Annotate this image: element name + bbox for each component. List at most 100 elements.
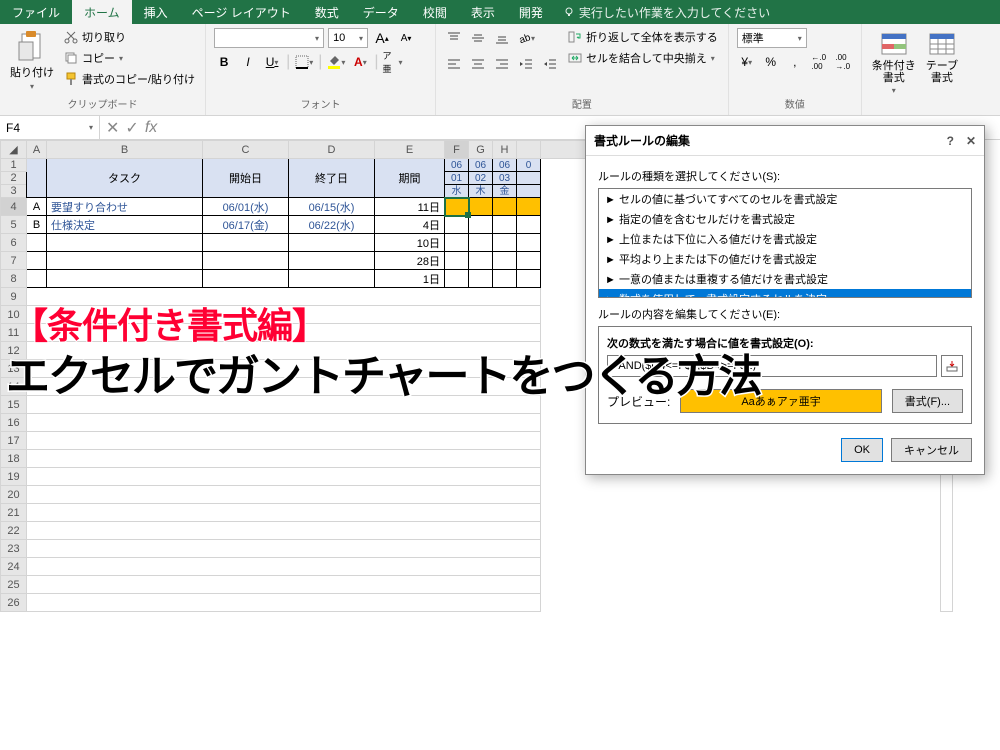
row-header-1[interactable]: 1 <box>1 159 27 172</box>
row-header-9[interactable]: 9 <box>1 288 27 306</box>
cell-I5[interactable] <box>517 216 541 234</box>
conditional-formatting-button[interactable]: 条件付き 書式▾ <box>870 28 918 97</box>
shrink-font-button[interactable]: A▾ <box>396 28 416 48</box>
cell-H3[interactable]: 金 <box>493 185 517 198</box>
tell-me-search[interactable]: 実行したい作業を入力してください <box>563 0 770 24</box>
cell-F5[interactable] <box>445 216 469 234</box>
orientation-button[interactable]: ab▾ <box>516 28 536 48</box>
rule-type-2[interactable]: ► 上位または下位に入る値だけを書式設定 <box>599 229 971 249</box>
tab-developer[interactable]: 開発 <box>507 0 555 24</box>
cell-B5[interactable]: 仕様決定 <box>47 216 203 234</box>
align-bottom-button[interactable] <box>492 28 512 48</box>
dialog-titlebar[interactable]: 書式ルールの編集 ? ✕ <box>586 126 984 156</box>
row-header-15[interactable]: 15 <box>1 396 27 414</box>
row-header-26[interactable]: 26 <box>1 594 27 612</box>
rule-type-0[interactable]: ► セルの値に基づいてすべてのセルを書式設定 <box>599 189 971 209</box>
col-header-E[interactable]: E <box>375 141 445 159</box>
merge-center-button[interactable]: セルを結合して中央揃え▾ <box>566 49 720 67</box>
cell-F2[interactable]: 01 <box>445 172 469 185</box>
col-header-H[interactable]: H <box>493 141 517 159</box>
cell-G2[interactable]: 02 <box>469 172 493 185</box>
cell-E6[interactable]: 10日 <box>375 234 445 252</box>
align-top-button[interactable] <box>444 28 464 48</box>
underline-button[interactable]: U▾ <box>262 52 282 72</box>
row-header-18[interactable]: 18 <box>1 450 27 468</box>
formula-input-field[interactable] <box>607 355 937 377</box>
row-header-19[interactable]: 19 <box>1 468 27 486</box>
format-painter-button[interactable]: 書式のコピー/貼り付け <box>62 70 197 88</box>
cell-B4[interactable]: 要望すり合わせ <box>47 198 203 216</box>
rule-type-list[interactable]: ► セルの値に基づいてすべてのセルを書式設定 ► 指定の値を含むセルだけを書式設… <box>598 188 972 298</box>
cell-I3[interactable] <box>517 185 541 198</box>
format-button[interactable]: 書式(F)... <box>892 389 963 413</box>
cell-I2[interactable] <box>517 172 541 185</box>
align-right-button[interactable] <box>492 54 512 74</box>
row-header-6[interactable]: 6 <box>1 234 27 252</box>
cell-H1[interactable]: 06 <box>493 159 517 172</box>
cell-A5[interactable]: B <box>27 216 47 234</box>
row-header-8[interactable]: 8 <box>1 270 27 288</box>
cell-H2[interactable]: 03 <box>493 172 517 185</box>
cell-A6[interactable] <box>27 234 47 252</box>
row-header-5[interactable]: 5 <box>1 216 27 234</box>
cell-I4[interactable] <box>517 198 541 216</box>
font-name-combo[interactable]: ▾ <box>214 28 324 48</box>
align-middle-button[interactable] <box>468 28 488 48</box>
fill-handle[interactable] <box>465 212 471 218</box>
format-as-table-button[interactable]: テーブ 書式 <box>924 28 960 86</box>
tab-review[interactable]: 校閲 <box>411 0 459 24</box>
row-header-10[interactable]: 10 <box>1 306 27 324</box>
cut-button[interactable]: 切り取り <box>62 28 197 46</box>
dec-decimal-button[interactable]: .00→.0 <box>833 52 853 72</box>
row-header-7[interactable]: 7 <box>1 252 27 270</box>
row-header-24[interactable]: 24 <box>1 558 27 576</box>
cancel-button[interactable]: キャンセル <box>891 438 972 462</box>
cell-D4[interactable]: 06/15(水) <box>289 198 375 216</box>
row-header-22[interactable]: 22 <box>1 522 27 540</box>
select-all-button[interactable]: ◢ <box>1 141 27 159</box>
number-format-combo[interactable]: 標準▾ <box>737 28 807 48</box>
cell-G3[interactable]: 木 <box>469 185 493 198</box>
comma-button[interactable]: , <box>785 52 805 72</box>
enter-formula-icon[interactable]: ✓ <box>125 118 138 138</box>
percent-button[interactable]: % <box>761 52 781 72</box>
col-header-G[interactable]: G <box>469 141 493 159</box>
cancel-formula-icon[interactable]: ✕ <box>106 118 119 138</box>
inc-decimal-button[interactable]: ←.0.00 <box>809 52 829 72</box>
cell-period-header[interactable]: 期間 <box>375 159 445 198</box>
col-header-I[interactable] <box>517 141 541 159</box>
cell-start-header[interactable]: 開始日 <box>203 159 289 198</box>
rule-type-1[interactable]: ► 指定の値を含むセルだけを書式設定 <box>599 209 971 229</box>
collapse-dialog-button[interactable] <box>941 355 963 377</box>
col-header-D[interactable]: D <box>289 141 375 159</box>
copy-button[interactable]: コピー▾ <box>62 49 197 67</box>
row-header-13[interactable]: 13 <box>1 360 27 378</box>
tab-page-layout[interactable]: ページ レイアウト <box>180 0 303 24</box>
rule-type-5[interactable]: ► 数式を使用して、書式設定するセルを決定 <box>599 289 971 298</box>
cell-E7[interactable]: 28日 <box>375 252 445 270</box>
cell-G4[interactable] <box>469 198 493 216</box>
tab-file[interactable]: ファイル <box>0 0 72 24</box>
row-header-21[interactable]: 21 <box>1 504 27 522</box>
tab-home[interactable]: ホーム <box>72 0 132 24</box>
bold-button[interactable]: B <box>214 52 234 72</box>
inc-indent-button[interactable] <box>540 54 560 74</box>
italic-button[interactable]: I <box>238 52 258 72</box>
cell-I1[interactable]: 0 <box>517 159 541 172</box>
font-size-combo[interactable]: 10▾ <box>328 28 368 48</box>
tab-data[interactable]: データ <box>351 0 411 24</box>
cell-E5[interactable]: 4日 <box>375 216 445 234</box>
cell-C4[interactable]: 06/01(水) <box>203 198 289 216</box>
row-header-16[interactable]: 16 <box>1 414 27 432</box>
row-header-11[interactable]: 11 <box>1 324 27 342</box>
row-header-4[interactable]: 4 <box>1 198 27 216</box>
cell-E8[interactable]: 1日 <box>375 270 445 288</box>
col-header-F[interactable]: F <box>445 141 469 159</box>
align-center-button[interactable] <box>468 54 488 74</box>
rule-type-3[interactable]: ► 平均より上または下の値だけを書式設定 <box>599 249 971 269</box>
cell-F4[interactable] <box>445 198 469 216</box>
row-header-2[interactable]: 2 <box>1 172 27 185</box>
col-header-C[interactable]: C <box>203 141 289 159</box>
wrap-text-button[interactable]: 折り返して全体を表示する <box>566 28 720 46</box>
row-header-3[interactable]: 3 <box>1 185 27 198</box>
